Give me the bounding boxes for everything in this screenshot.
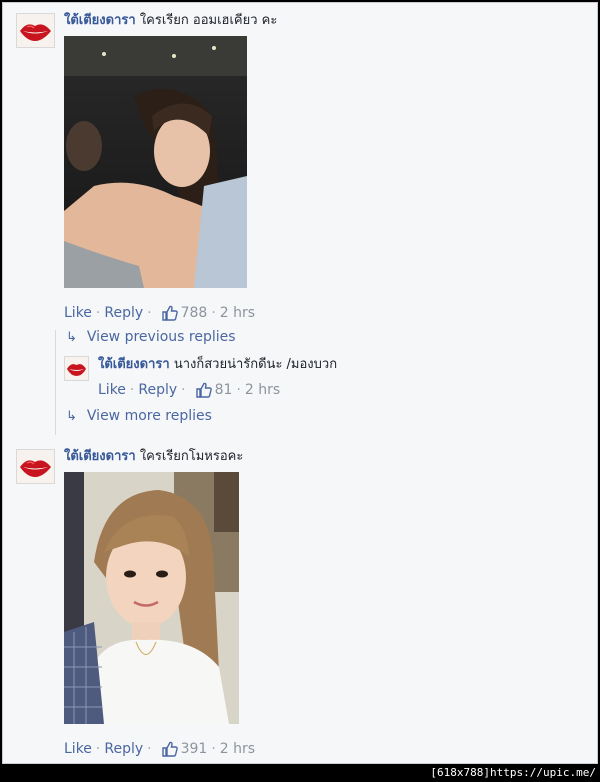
comment-author[interactable]: ใต้เตียงดารา	[64, 13, 136, 28]
comment-actions: Like · Reply · 391 · 2 hrs	[64, 740, 255, 758]
comment-author[interactable]: ใต้เตียงดารา	[64, 449, 136, 464]
thumbs-up-icon[interactable]	[195, 382, 212, 398]
view-previous-replies-label: View previous replies	[86, 329, 236, 345]
red-lips-icon	[17, 14, 54, 47]
comment-thread: ใต้เตียงดารา ใครเรียก ออมเฮเคียว คะ Like…	[2, 2, 598, 764]
like-count: 391	[180, 741, 208, 757]
comment-photo[interactable]	[64, 36, 247, 288]
reply-button[interactable]: Reply	[104, 740, 143, 758]
commenter-avatar[interactable]	[16, 449, 55, 484]
thumbs-up-icon[interactable]	[161, 305, 178, 321]
like-count: 81	[214, 382, 233, 398]
timestamp[interactable]: 2 hrs	[220, 304, 255, 322]
thumbs-up-icon[interactable]	[161, 741, 178, 757]
separator: ·	[147, 305, 152, 321]
reply-arrow-icon: ↳	[66, 330, 77, 345]
reply-author[interactable]: ใต้เตียงดารา	[98, 357, 170, 372]
red-lips-icon	[17, 450, 54, 483]
commenter-avatar[interactable]	[16, 13, 55, 48]
view-more-replies-label: View more replies	[86, 408, 212, 424]
selfie-photo	[64, 36, 247, 288]
separator: ·	[181, 382, 186, 398]
view-previous-replies-link[interactable]: ↳ View previous replies	[66, 328, 236, 347]
reply-actions: Like · Reply · 81 · 2 hrs	[98, 381, 280, 399]
like-button[interactable]: Like	[64, 304, 92, 322]
watermark-text: [618x788]https://upic.me/	[430, 766, 596, 779]
separator: ·	[211, 305, 216, 321]
like-button[interactable]: Like	[64, 740, 92, 758]
selfie-photo	[64, 472, 239, 724]
comment-body: ใต้เตียงดารา ใครเรียก ออมเฮเคียว คะ	[64, 13, 277, 29]
reply-button[interactable]: Reply	[104, 304, 143, 322]
separator: ·	[147, 741, 152, 757]
red-lips-icon	[65, 357, 88, 380]
reply-text: นางก็สวยน่ารักดีนะ /มองบวก	[173, 357, 338, 372]
footer-bar: [618x788]https://upic.me/	[0, 764, 600, 782]
reply-arrow-icon: ↳	[66, 409, 77, 424]
separator: ·	[211, 741, 216, 757]
comment-photo[interactable]	[64, 472, 239, 728]
view-more-replies-link[interactable]: ↳ View more replies	[66, 407, 212, 426]
separator: ·	[95, 741, 101, 757]
comment-text: ใครเรียกโมหรอคะ	[139, 449, 244, 464]
reply-body: ใต้เตียงดารา นางก็สวยน่ารักดีนะ /มองบวก	[98, 357, 337, 373]
separator: ·	[129, 382, 135, 398]
timestamp[interactable]: 2 hrs	[220, 740, 255, 758]
separator: ·	[95, 305, 101, 321]
comment-body: ใต้เตียงดารา ใครเรียกโมหรอคะ	[64, 449, 243, 465]
like-count: 788	[180, 305, 208, 321]
comment-text: ใครเรียก ออมเฮเคียว คะ	[139, 13, 278, 28]
reply-avatar[interactable]	[64, 356, 89, 381]
timestamp[interactable]: 2 hrs	[245, 381, 280, 399]
comment-actions: Like · Reply · 788 · 2 hrs	[64, 304, 255, 322]
reply-thread-line	[55, 330, 56, 435]
like-button[interactable]: Like	[98, 381, 126, 399]
reply-button[interactable]: Reply	[138, 381, 177, 399]
separator: ·	[236, 382, 241, 398]
